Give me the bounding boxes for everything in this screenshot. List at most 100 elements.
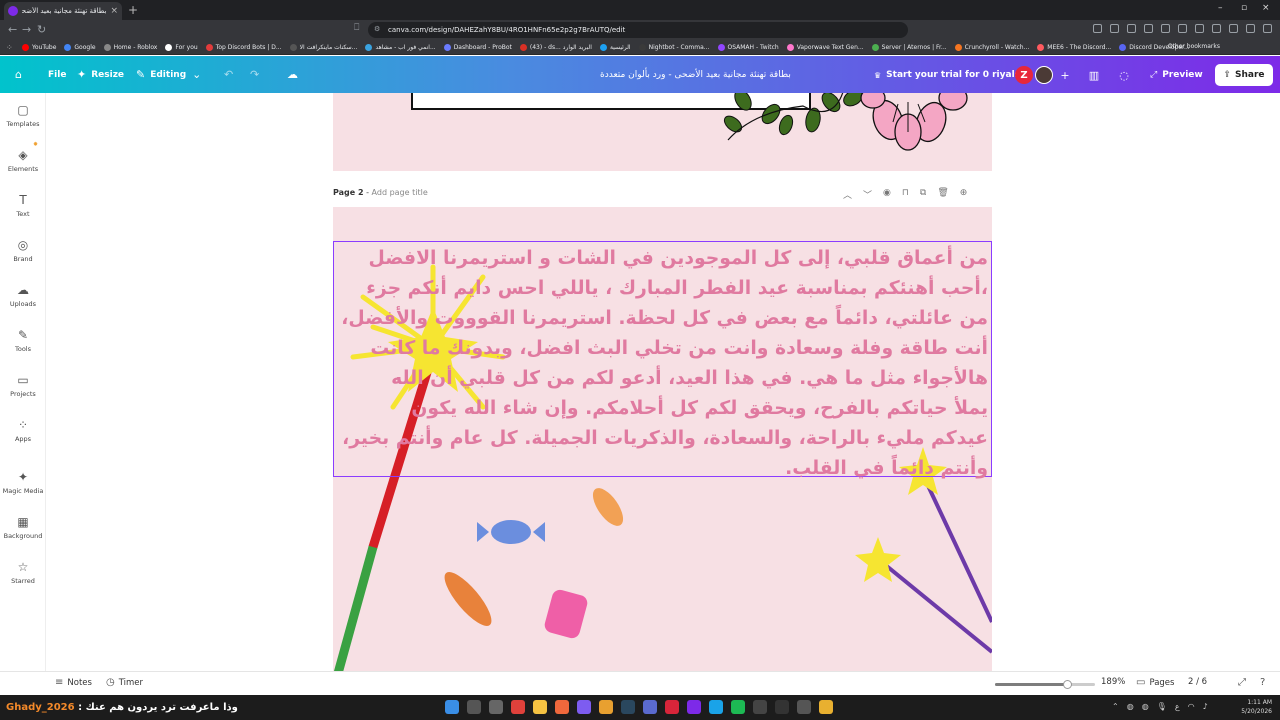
extension-icon[interactable] (1110, 24, 1119, 33)
undo-button[interactable]: ↶ (224, 56, 238, 93)
preview-button[interactable]: ⤢ Preview (1142, 64, 1211, 86)
tray-app-icon[interactable]: ◍ (1142, 702, 1149, 711)
sidebar-item-magic-media[interactable]: ✦ Magic Media (0, 470, 46, 510)
insights-chart-icon[interactable]: ▥ (1086, 67, 1102, 83)
bookmark-item[interactable]: Dashboard - ProBot (443, 43, 512, 51)
bookmark-item[interactable]: Vaporwave Text Gen... (786, 43, 864, 51)
zoom-slider-handle[interactable] (1063, 680, 1072, 689)
share-button[interactable]: ⇪ Share (1215, 64, 1273, 86)
user-avatar[interactable]: Z (1015, 66, 1033, 84)
brave-browser-icon[interactable] (555, 700, 569, 714)
document-title[interactable]: بطاقة تهنئة مجانية بعيد الأضحى - ورد بأل… (600, 56, 852, 93)
bookmark-item[interactable]: For you (165, 43, 198, 51)
sidebar-item-apps[interactable]: ⁘ Apps (0, 418, 46, 458)
comment-icon[interactable]: ◌ (1116, 67, 1132, 83)
bookmark-item[interactable]: انمي فور اب - مشاهد... (365, 43, 436, 51)
timer-button[interactable]: ◷ Timer (106, 677, 143, 688)
forward-icon[interactable]: → (22, 23, 31, 36)
sidebar-item-projects[interactable]: ▭ Projects (0, 373, 46, 413)
new-tab-button[interactable]: + (128, 3, 138, 17)
canva-icon[interactable] (687, 700, 701, 714)
flowers-illustration[interactable] (333, 93, 992, 171)
delete-page-icon[interactable]: 🗑 (937, 188, 948, 201)
maximize-icon[interactable]: ▫ (1241, 3, 1247, 13)
bookmark-item[interactable]: Crunchyroll - Watch... (954, 43, 1029, 51)
browser-tab[interactable]: بطاقة تهنئة مجانية بعيد الأضحى × (4, 2, 122, 20)
bookmark-item[interactable]: سكنات ماينكرافت الا... (289, 43, 357, 51)
sidebar-item-templates[interactable]: ▢ Templates (0, 103, 46, 143)
extension-icon[interactable] (1178, 24, 1187, 33)
extension-icon[interactable] (1093, 24, 1102, 33)
minimize-icon[interactable]: – (1218, 3, 1223, 13)
collaborator-avatar[interactable] (1035, 66, 1053, 84)
add-page-icon[interactable]: ⊕ (960, 188, 968, 201)
bookmark-item[interactable]: (43) - ds... البريد الوارد (519, 43, 592, 51)
bookmark-item[interactable]: الرئيسية (599, 43, 631, 51)
bookmark-item[interactable]: Google (64, 43, 96, 51)
extension-icon[interactable] (1195, 24, 1204, 33)
url-field[interactable]: ⚙ canva.com/design/DAHEZahY8BU/4RO1HNFn6… (368, 22, 908, 38)
other-bookmarks[interactable]: Other bookmarks (1168, 43, 1220, 50)
editor-workspace[interactable]: Page 2 - Add page title ︿ ﹀ ◉ ⊓ ⧉ 🗑 ⊕ من… (46, 93, 1280, 671)
sidebar-item-starred[interactable]: ☆ Starred (0, 560, 46, 600)
bookmark-item[interactable]: Home - Roblox (103, 43, 157, 51)
file-explorer-icon[interactable] (533, 700, 547, 714)
app-icon[interactable] (665, 700, 679, 714)
extension-icon[interactable] (1229, 24, 1238, 33)
app-icon[interactable] (709, 700, 723, 714)
bookmark-item[interactable]: Server | Aternos | Fr... (871, 43, 947, 51)
bookmark-item[interactable]: OSAMAH - Twitch (717, 43, 779, 51)
help-button[interactable]: ? (1260, 677, 1269, 688)
window-close-icon[interactable]: × (1262, 3, 1270, 13)
sidebar-item-text[interactable]: T Text (0, 193, 46, 233)
extension-icon[interactable] (1161, 24, 1170, 33)
volume-icon[interactable]: ♪ (1203, 702, 1208, 711)
close-tab-icon[interactable]: × (110, 6, 118, 16)
app-icon[interactable] (577, 700, 591, 714)
sidebar-item-elements[interactable]: ◈ Elements (0, 148, 46, 188)
bookmark-item[interactable]: MEE6 - The Discord... (1037, 43, 1111, 51)
duplicate-page-icon[interactable]: ⧉ (920, 188, 926, 201)
app-icon[interactable] (819, 700, 833, 714)
spotify-icon[interactable] (731, 700, 745, 714)
fullscreen-button[interactable]: ⤢ (1238, 677, 1250, 688)
windows-start-icon[interactable] (445, 700, 459, 714)
zoom-level[interactable]: 189% (1101, 677, 1125, 687)
move-page-up-icon[interactable]: ︿ (843, 188, 852, 201)
page-1-canvas[interactable] (333, 93, 992, 171)
tray-chevron-icon[interactable]: ⌃ (1112, 702, 1119, 711)
hide-page-icon[interactable]: ◉ (883, 188, 891, 201)
app-icon[interactable] (753, 700, 767, 714)
extension-icon[interactable] (1127, 24, 1136, 33)
extension-icon[interactable] (1212, 24, 1221, 33)
greeting-text[interactable]: من أعماق قلبي، إلى كل الموجودين في الشات… (337, 244, 988, 484)
zoom-slider[interactable] (995, 680, 1095, 689)
lock-page-icon[interactable]: ⊓ (902, 188, 909, 201)
app-icon[interactable] (797, 700, 811, 714)
extension-icon[interactable] (1246, 24, 1255, 33)
resize-button[interactable]: ✦ Resize (77, 56, 124, 93)
home-button[interactable]: ⌂ (15, 56, 27, 93)
editing-mode-button[interactable]: ✎ Editing ⌄ (136, 56, 206, 93)
sidebar-item-tools[interactable]: ✎ Tools (0, 328, 46, 368)
bookmark-item[interactable]: Nightbot - Comma... (638, 43, 710, 51)
app-icon[interactable] (643, 700, 657, 714)
page-2-canvas[interactable]: من أعماق قلبي، إلى كل الموجودين في الشات… (333, 207, 992, 671)
app-icon[interactable] (511, 700, 525, 714)
bookmark-page-icon[interactable]: ⎕ (354, 23, 359, 33)
start-trial-button[interactable]: ♛ Start your trial for 0 riyals (868, 65, 1026, 85)
add-collaborator-icon[interactable]: + (1057, 67, 1073, 83)
apps-grid-icon[interactable]: ⁘ (6, 43, 13, 52)
sidebar-item-brand[interactable]: ◎ Brand (0, 238, 46, 278)
bookmark-item[interactable]: Top Discord Bots | D... (205, 43, 282, 51)
sidebar-item-background[interactable]: ▦ Background (0, 515, 46, 555)
add-page-title[interactable]: Add page title (372, 188, 428, 197)
selected-text-box[interactable]: من أعماق قلبي، إلى كل الموجودين في الشات… (333, 241, 992, 479)
extension-icon[interactable] (1144, 24, 1153, 33)
extension-icon[interactable] (1263, 24, 1272, 33)
task-view-icon[interactable] (489, 700, 503, 714)
reload-icon[interactable]: ↻ (37, 23, 46, 36)
bookmark-item[interactable]: YouTube (22, 43, 56, 51)
move-page-down-icon[interactable]: ﹀ (863, 188, 872, 201)
clock[interactable]: 1:11 AM 5/20/2026 (1241, 698, 1272, 716)
